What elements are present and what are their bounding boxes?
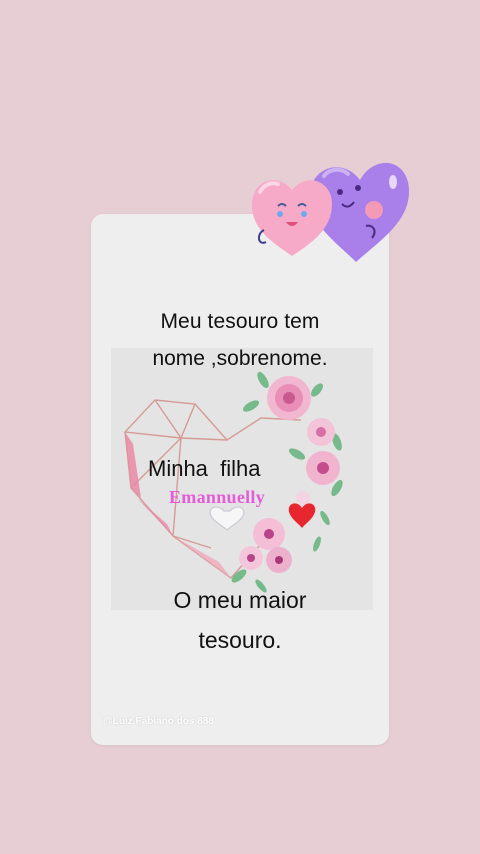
message-line-4: tesouro. [198,627,282,653]
watermark-text: @Luiz Fabiano dos 888 [103,716,214,727]
picture-title: Minha filha [148,456,261,481]
two-hearts-sticker-icon [248,150,412,271]
daughter-name: Emannuelly [169,487,266,507]
message-line-2: nome ,sobrenome. [152,347,328,370]
red-heart-icon [288,503,316,528]
message-card: Meu tesouro tem nome ,sobrenome. Minha f… [91,214,389,745]
message-line-1: Meu tesouro tem [160,310,320,333]
message-line-3: O meu maior [173,587,307,613]
